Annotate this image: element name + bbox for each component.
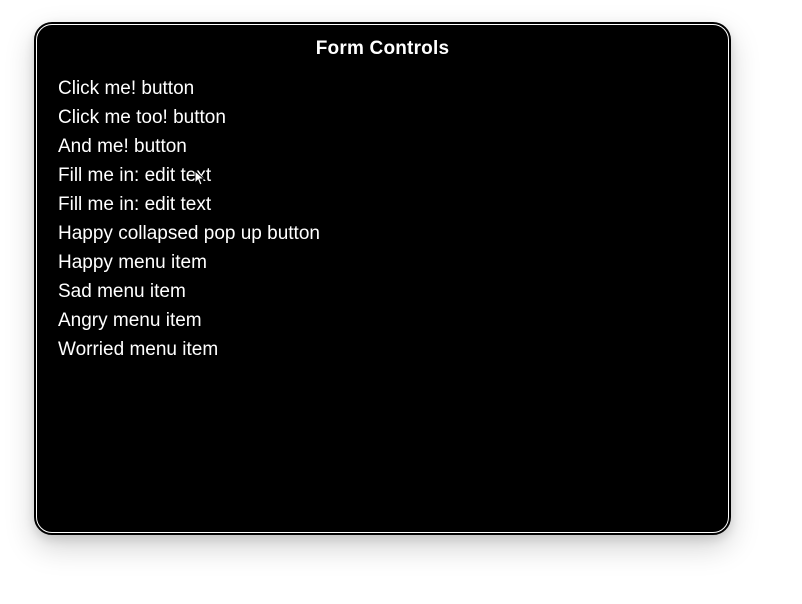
popup-button-happy[interactable]: Happy collapsed pop up button: [58, 219, 707, 248]
button-and-me[interactable]: And me! button: [58, 132, 707, 161]
edit-text-fill-me-in-1[interactable]: Fill me in: edit text: [58, 161, 707, 190]
panel-title: Form Controls: [58, 38, 707, 60]
menu-item-happy[interactable]: Happy menu item: [58, 248, 707, 277]
button-click-me-too[interactable]: Click me too! button: [58, 103, 707, 132]
form-controls-panel: Form Controls Click me! button Click me …: [34, 22, 731, 535]
edit-text-fill-me-in-2[interactable]: Fill me in: edit text: [58, 190, 707, 219]
menu-item-sad[interactable]: Sad menu item: [58, 277, 707, 306]
button-click-me[interactable]: Click me! button: [58, 74, 707, 103]
accessibility-tree-list: Click me! button Click me too! button An…: [58, 74, 707, 364]
menu-item-worried[interactable]: Worried menu item: [58, 335, 707, 364]
menu-item-angry[interactable]: Angry menu item: [58, 306, 707, 335]
